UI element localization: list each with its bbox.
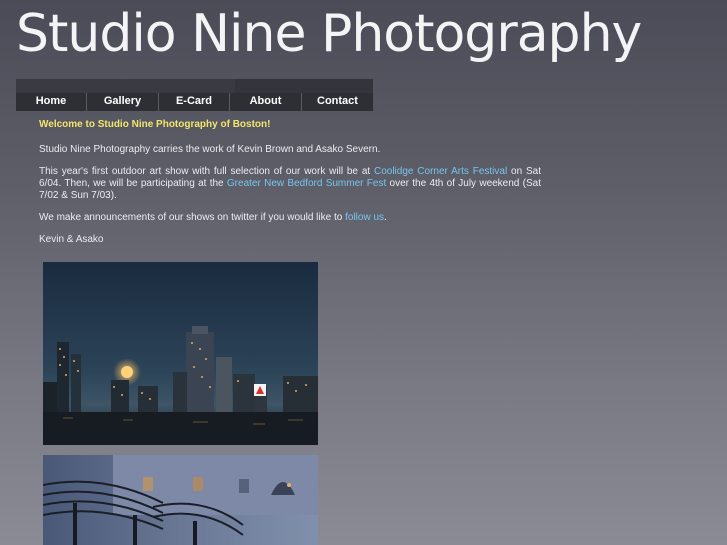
welcome-heading: Welcome to Studio Nine Photography of Bo… bbox=[39, 119, 271, 130]
show-text-1: This year's first outdoor art show with … bbox=[39, 166, 374, 177]
twitter-text-2: . bbox=[384, 212, 387, 223]
new-bedford-fest-link[interactable]: Greater New Bedford Summer Fest bbox=[227, 178, 386, 189]
benches-image bbox=[43, 455, 318, 545]
nav-item-about[interactable]: About bbox=[230, 93, 302, 111]
main-content: Welcome to Studio Nine Photography of Bo… bbox=[39, 117, 541, 256]
signature: Kevin & Asako bbox=[39, 234, 104, 245]
intro-paragraph: Studio Nine Photography carries the work… bbox=[39, 144, 381, 155]
site-title: Studio Nine Photography bbox=[16, 4, 642, 64]
follow-us-link[interactable]: follow us bbox=[345, 212, 384, 223]
twitter-paragraph: We make announcements of our shows on tw… bbox=[39, 212, 541, 224]
nav-item-home[interactable]: Home bbox=[16, 93, 87, 111]
skyline-image bbox=[43, 262, 318, 445]
coolidge-corner-link[interactable]: Coolidge Corner Arts Festival bbox=[374, 166, 507, 177]
nav-item-contact[interactable]: Contact bbox=[302, 93, 373, 111]
nav-tab-strip bbox=[16, 79, 235, 93]
park-benches-photo[interactable] bbox=[43, 455, 318, 545]
nav-item-gallery[interactable]: Gallery bbox=[87, 93, 159, 111]
twitter-text-1: We make announcements of our shows on tw… bbox=[39, 212, 346, 223]
main-nav: Home Gallery E-Card About Contact bbox=[16, 93, 373, 111]
boston-skyline-photo[interactable] bbox=[43, 262, 318, 445]
nav-item-ecard[interactable]: E-Card bbox=[159, 93, 230, 111]
show-paragraph: This year's first outdoor art show with … bbox=[39, 166, 541, 202]
